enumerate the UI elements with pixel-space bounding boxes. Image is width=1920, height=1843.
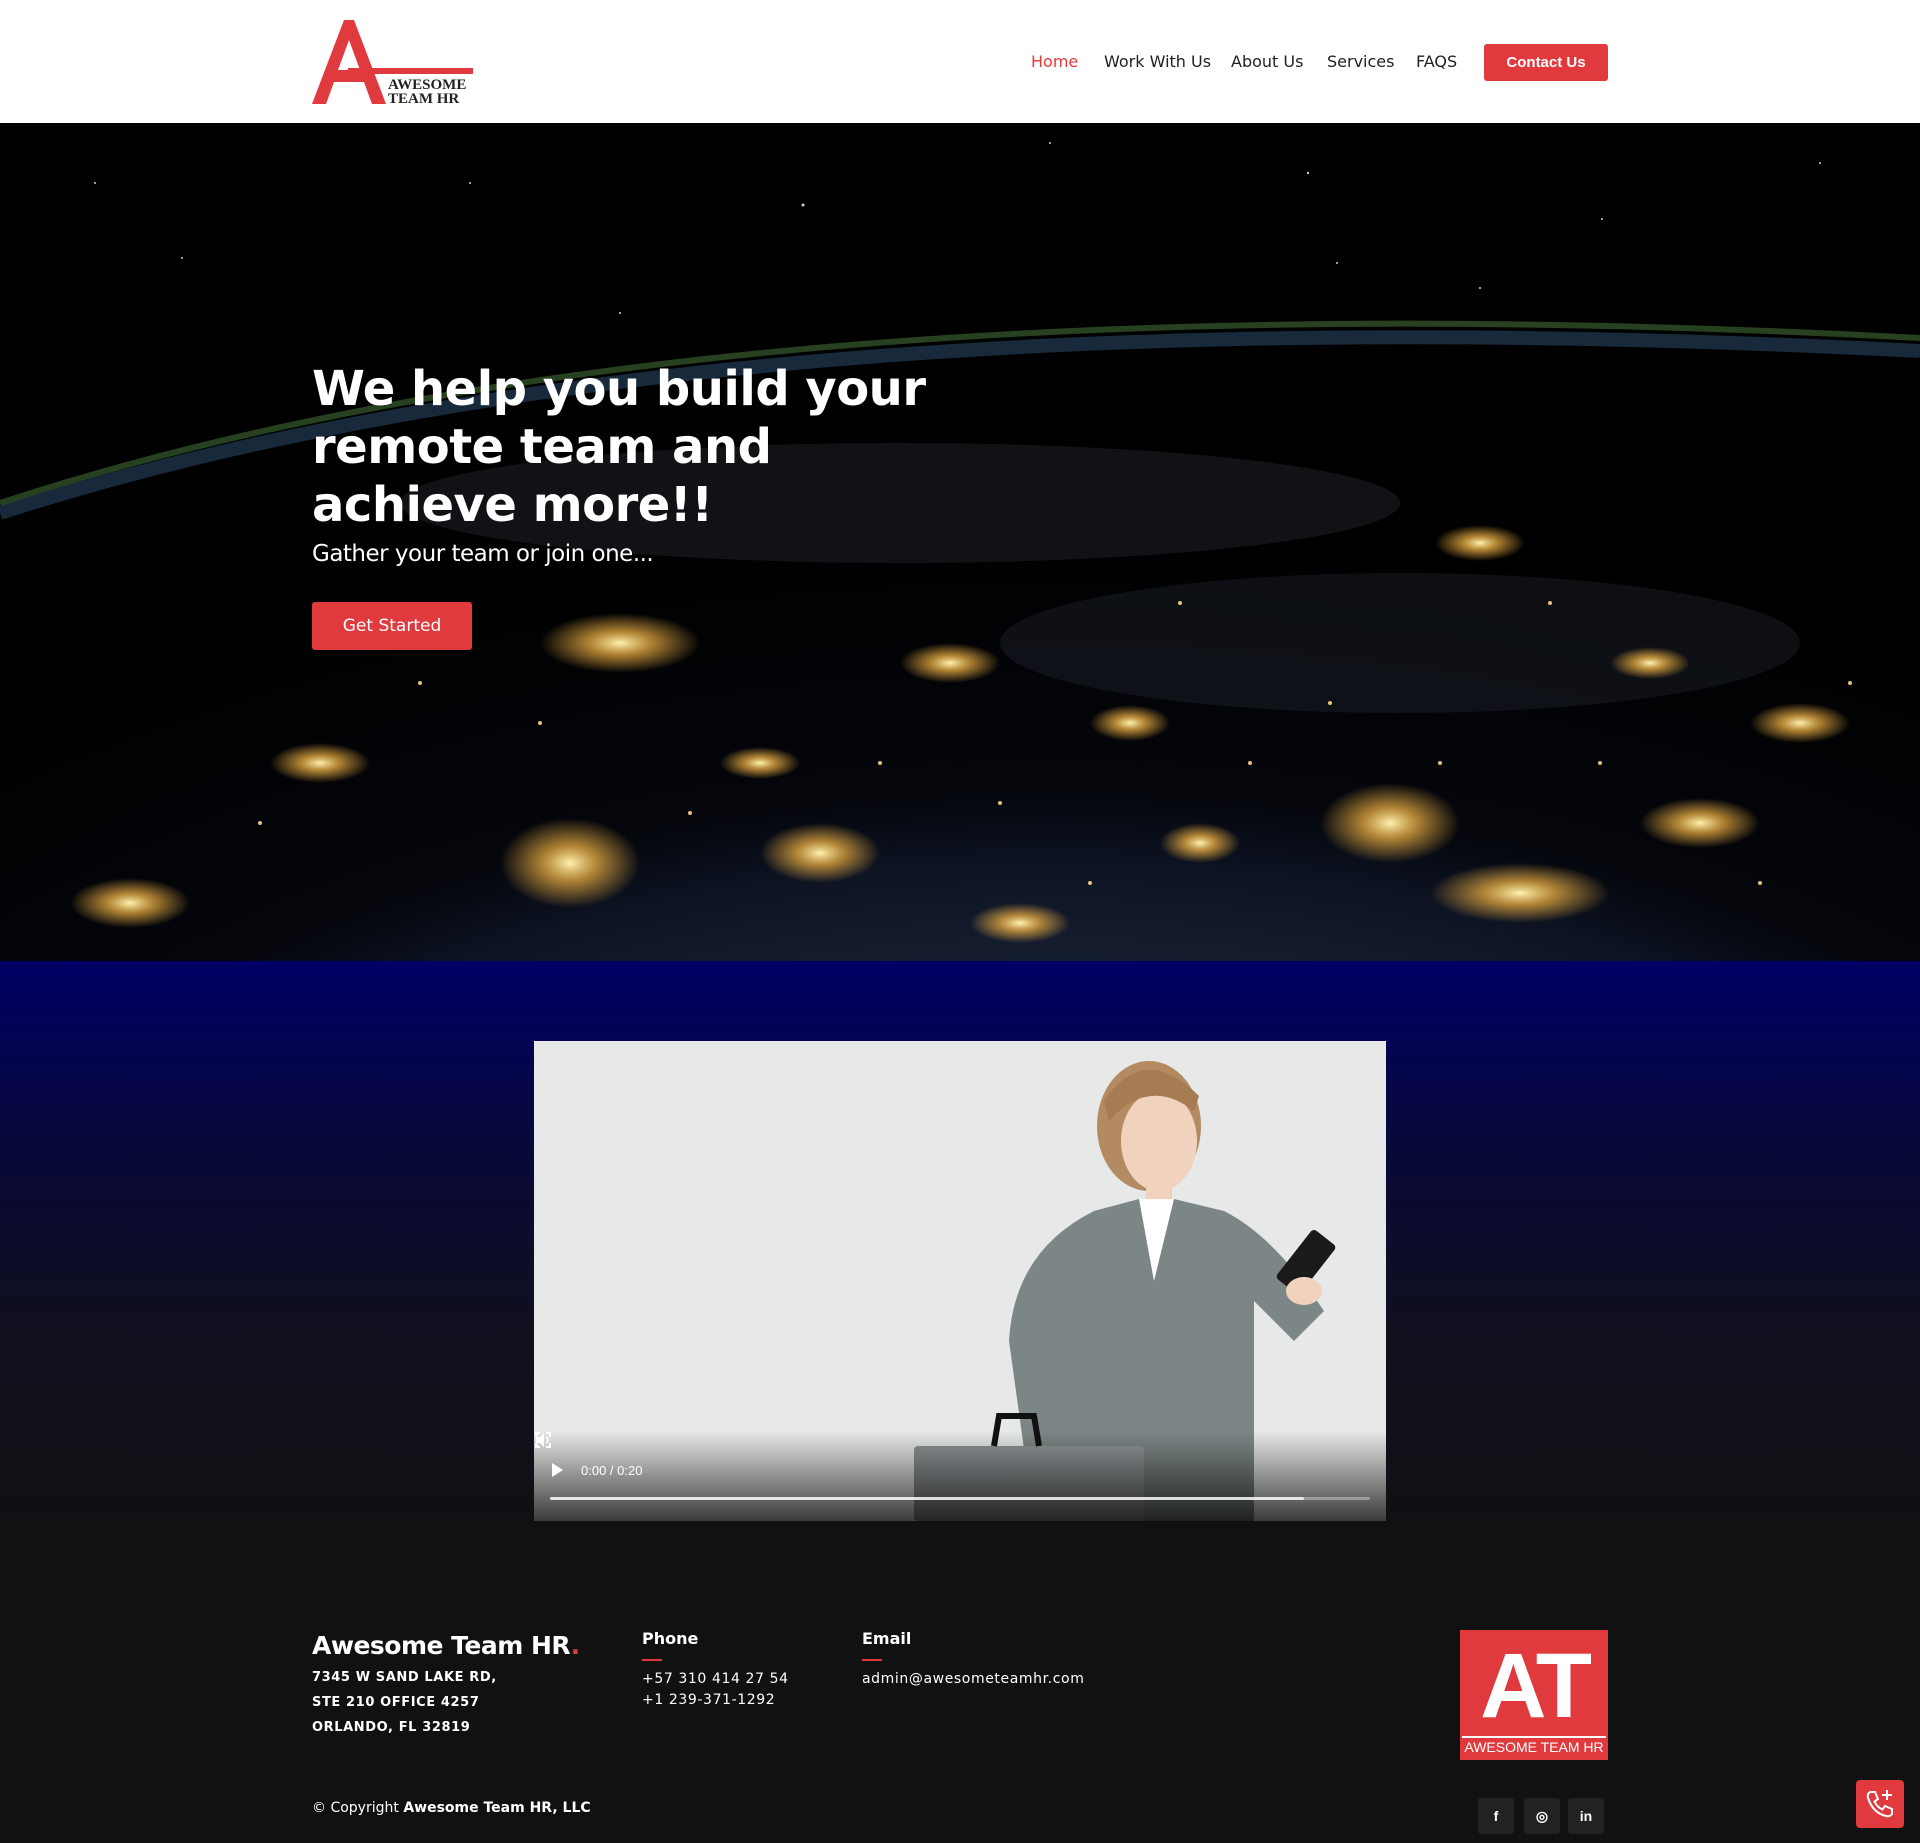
footer-phone-divider [642, 1659, 662, 1661]
main-nav: Home Work With Us About Us Services FAQS [0, 52, 1920, 72]
earth-night-background [0, 142, 1920, 943]
site-header: AWESOME TEAM HR Home Work With Us About … [0, 0, 1920, 123]
hero-section: We help you build your remote team and a… [0, 123, 1920, 961]
video-buffered-bar [550, 1497, 1305, 1500]
nav-home[interactable]: Home [1031, 52, 1078, 71]
facebook-icon[interactable]: f [1478, 1798, 1514, 1834]
footer-phone-1[interactable]: +57 310 414 27 54 [642, 1669, 789, 1690]
contact-us-button[interactable]: Contact Us [1484, 44, 1608, 81]
footer-email-title: Email [862, 1629, 912, 1648]
floating-call-button[interactable] [1856, 1780, 1904, 1828]
nav-work-with-us[interactable]: Work With Us [1104, 52, 1211, 71]
footer-phone-list: +57 310 414 27 54 +1 239-371-1292 [642, 1669, 789, 1711]
nav-faqs[interactable]: FAQS [1416, 52, 1457, 71]
copyright-text: © Copyright Awesome Team HR, LLC [312, 1800, 591, 1816]
get-started-button[interactable]: Get Started [312, 602, 472, 650]
footer-email[interactable]: admin@awesometeamhr.com [862, 1669, 1084, 1690]
linkedin-icon[interactable]: in [1568, 1798, 1604, 1834]
hero-title: We help you build your remote team and a… [312, 361, 926, 533]
play-icon[interactable] [552, 1463, 563, 1477]
footer-brand-name: Awesome Team HR. [312, 1631, 580, 1660]
footer-phone-title: Phone [642, 1629, 699, 1648]
svg-text:TEAM HR: TEAM HR [388, 91, 459, 107]
video-time: 0:00 / 0:20 [581, 1463, 643, 1478]
video-player[interactable]: 0:00 / 0:20 [534, 1041, 1386, 1521]
footer-badge-logo: AT AWESOME TEAM HR [1460, 1630, 1608, 1760]
video-controls: 0:00 / 0:20 [534, 1431, 1386, 1521]
video-progress-track[interactable] [550, 1497, 1370, 1500]
nav-about-us[interactable]: About Us [1231, 52, 1303, 71]
instagram-icon[interactable]: ◎ [1524, 1798, 1560, 1834]
nav-services[interactable]: Services [1327, 52, 1394, 71]
site-footer: Awesome Team HR. 7345 W SAND LAKE RD, ST… [0, 1561, 1920, 1843]
more-options-icon[interactable] [534, 1431, 540, 1449]
video-section: 0:00 / 0:20 [0, 961, 1920, 1561]
phone-call-icon [1866, 1790, 1893, 1818]
footer-address: 7345 W SAND LAKE RD, STE 210 OFFICE 4257… [312, 1670, 497, 1735]
hero-subtitle: Gather your team or join one... [312, 541, 654, 567]
footer-email-divider [862, 1659, 882, 1661]
footer-phone-2[interactable]: +1 239-371-1292 [642, 1690, 789, 1711]
